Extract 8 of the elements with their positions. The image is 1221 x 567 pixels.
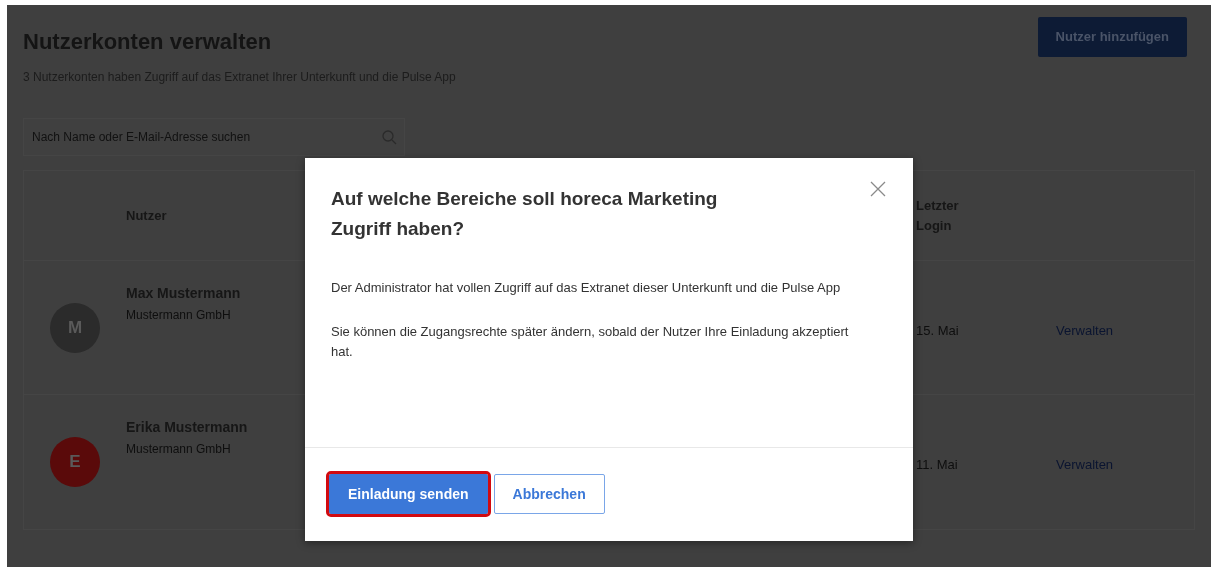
cancel-button[interactable]: Abbrechen <box>493 474 605 514</box>
close-icon[interactable] <box>869 180 887 198</box>
user-avatar: E <box>50 437 100 487</box>
dialog-text: Sie können die Zugangsrechte später ändern, sobald der Nutzer Ihre Einladung akzeptiert hat. <box>331 323 850 361</box>
dialog-text: Der Administrator hat vollen Zugriff auf das Extranet dieser Unterkunft und die Pulse App <box>331 279 842 297</box>
dialog-title: Auf welche Bereiche soll horeca Marketing Zugriff haben? <box>331 187 719 241</box>
send-invitation-button[interactable]: Einladung senden <box>329 474 488 514</box>
add-user-button[interactable]: Nutzer hinzufügen <box>1037 17 1187 57</box>
